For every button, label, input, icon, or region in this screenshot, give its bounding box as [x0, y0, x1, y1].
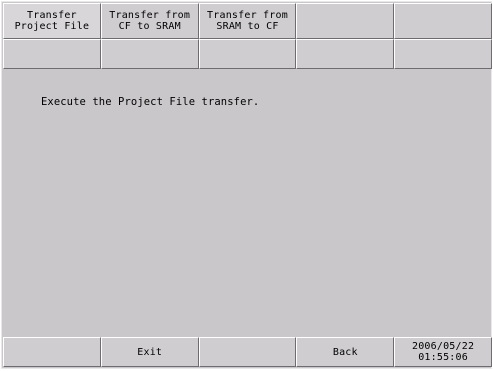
datetime-display: 2006/05/22 01:55:06: [394, 337, 492, 367]
secondary-button-3[interactable]: [198, 39, 297, 69]
secondary-button-1[interactable]: [3, 39, 101, 69]
tab-row: Transfer Project File Transfer from CF t…: [3, 3, 492, 39]
tab-transfer-sram-to-cf[interactable]: Transfer from SRAM to CF: [198, 3, 297, 39]
tab-empty-4[interactable]: [296, 3, 395, 39]
instruction-message: Execute the Project File transfer.: [41, 96, 260, 108]
transfer-screen: Transfer Project File Transfer from CF t…: [1, 1, 492, 369]
top-toolbar: Transfer Project File Transfer from CF t…: [3, 3, 492, 69]
date-text: 2006/05/22: [411, 341, 475, 352]
bottom-button-empty-1[interactable]: [3, 337, 101, 367]
back-button[interactable]: Back: [296, 337, 395, 367]
tab-empty-5[interactable]: [394, 3, 492, 39]
secondary-button-row: [3, 39, 492, 69]
bottom-button-empty-3[interactable]: [198, 337, 297, 367]
exit-button[interactable]: Exit: [100, 337, 199, 367]
time-text: 01:55:06: [418, 352, 468, 363]
secondary-button-4[interactable]: [296, 39, 395, 69]
tab-transfer-cf-to-sram[interactable]: Transfer from CF to SRAM: [100, 3, 199, 39]
secondary-button-5[interactable]: [394, 39, 492, 69]
bottom-button-row: Exit Back 2006/05/22 01:55:06: [3, 337, 492, 367]
tab-transfer-project-file[interactable]: Transfer Project File: [3, 3, 101, 39]
secondary-button-2[interactable]: [100, 39, 199, 69]
